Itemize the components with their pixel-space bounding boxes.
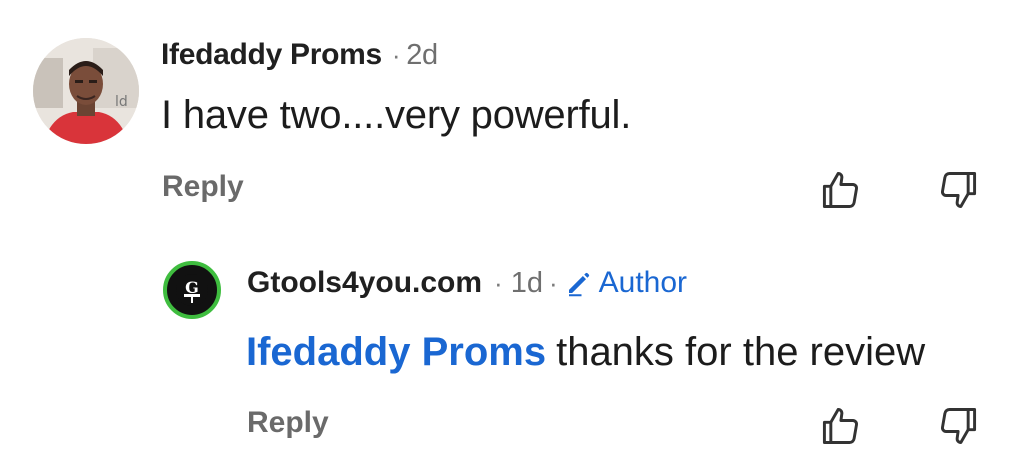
svg-text:ld: ld [115,94,128,110]
pencil-icon [568,272,589,297]
author-badge: Author [564,266,687,300]
gtools-logo: G [176,274,208,306]
author-badge-label: Author [598,266,688,299]
thumbs-up-icon[interactable] [818,404,862,453]
avatar[interactable]: G [163,261,221,319]
reply-button[interactable]: Reply [247,406,329,440]
comment-timestamp: 2d [406,39,438,71]
comment-text: I have two....very powerful. [161,93,632,137]
comment-text: Ifedaddy Proms thanks for the review [246,330,925,375]
comment-header: Ifedaddy Proms · 2d [161,38,438,72]
avatar[interactable]: ld [33,38,139,144]
thumbs-down-icon[interactable] [937,404,981,453]
thumbs-down-icon[interactable] [937,168,981,217]
thumbs-up-icon[interactable] [818,168,862,217]
separator-dot: · [548,267,558,298]
comment-timestamp: 1d [510,266,543,299]
mention-link[interactable]: Ifedaddy Proms [246,330,546,374]
comment-header: Gtools4you.com · 1d · Author [247,266,687,300]
reply-button[interactable]: Reply [162,170,244,204]
comment-text-body: thanks for the review [556,330,926,374]
separator-dot: · [494,267,503,298]
author-name[interactable]: Gtools4you.com [247,266,482,300]
comment-thread: ld Ifedaddy Proms · 2d I have two....very … [0,0,1024,474]
separator-dot: · [391,40,401,70]
author-name[interactable]: Ifedaddy Proms [161,38,382,71]
